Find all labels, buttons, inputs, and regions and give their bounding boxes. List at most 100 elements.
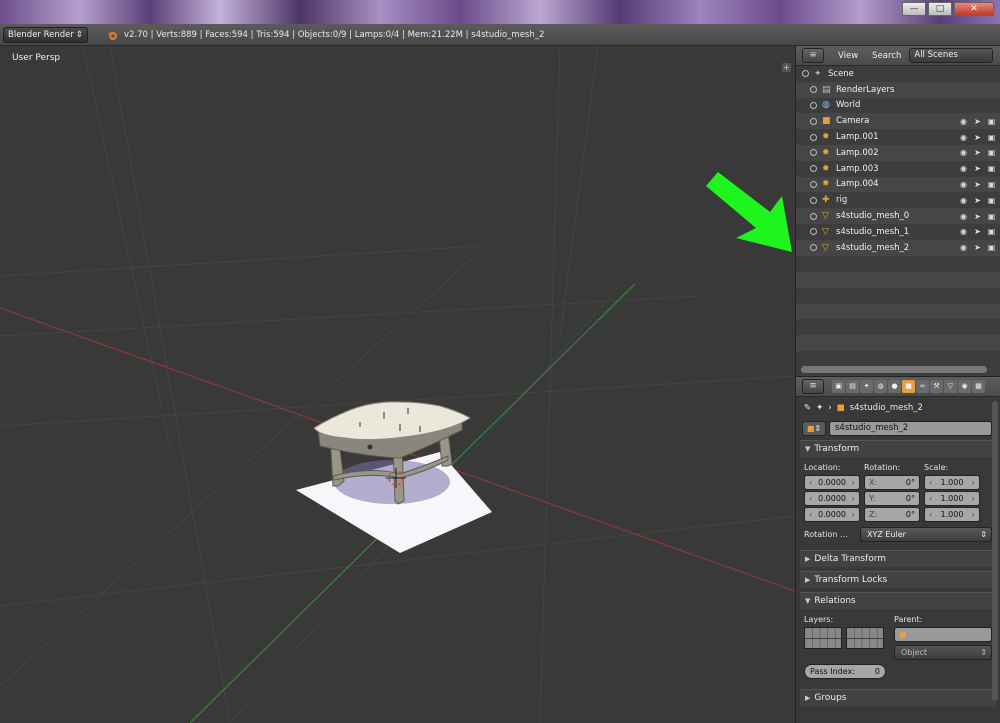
selectable-cursor-icon[interactable]: ➤ [973, 243, 982, 252]
pass-index-field[interactable]: Pass Index: 0 [804, 664, 886, 679]
render-camera-icon[interactable]: ▣ [987, 180, 996, 189]
expand-toggle-icon[interactable] [810, 196, 817, 204]
modifiers-tab-icon[interactable]: ⚒ [930, 380, 943, 393]
material-tab-icon[interactable]: ◉ [958, 380, 971, 393]
selectable-cursor-icon[interactable]: ➤ [973, 180, 982, 189]
visibility-eye-icon[interactable]: ◉ [959, 148, 968, 157]
outliner-item-camera[interactable]: ■ Camera ◉ ➤ ▣ [796, 113, 1000, 130]
display-mode-select[interactable]: All Scenes [909, 48, 994, 63]
visibility-eye-icon[interactable]: ◉ [959, 180, 968, 189]
transform-panel-header[interactable]: ▼ Transform [800, 440, 996, 457]
visibility-eye-icon[interactable]: ◉ [959, 212, 968, 221]
minimize-button[interactable]: — [902, 2, 926, 16]
object-browse-button[interactable]: ■⇕ [802, 421, 826, 436]
selectable-cursor-icon[interactable]: ➤ [973, 148, 982, 157]
visibility-eye-icon[interactable]: ◉ [959, 227, 968, 236]
outliner-item-lamp-002[interactable]: ✸ Lamp.002 ◉ ➤ ▣ [796, 144, 1000, 161]
render-engine-select[interactable]: Blender Render ⇕ [3, 26, 88, 43]
expand-toggle-icon[interactable] [810, 117, 817, 125]
outliner-item-rig[interactable]: ✚ rig ◉ ➤ ▣ [796, 192, 1000, 208]
outliner-item-world[interactable]: ◍ World [796, 98, 1000, 114]
visibility-eye-icon[interactable]: ◉ [959, 133, 968, 142]
expand-toggle-icon[interactable] [810, 101, 817, 109]
expand-toggle-icon[interactable] [810, 212, 817, 220]
data-tab-icon[interactable]: ▽ [944, 380, 957, 393]
selectable-cursor-icon[interactable]: ➤ [973, 117, 982, 126]
rotation-mode-select[interactable]: XYZ Euler ⇕ [860, 527, 992, 542]
visibility-eye-icon[interactable]: ◉ [959, 164, 968, 173]
expand-toggle-icon[interactable] [810, 228, 817, 236]
render-camera-icon[interactable]: ▣ [987, 117, 996, 126]
expand-toggle-icon[interactable] [802, 70, 809, 78]
rotation-y-field[interactable]: Y: 0° [864, 491, 920, 506]
render-camera-icon[interactable]: ▣ [987, 212, 996, 221]
scene-tab-icon[interactable]: ✦ [860, 380, 873, 393]
editor-type-button[interactable]: ≡ [802, 48, 824, 63]
render-camera-icon[interactable]: ▣ [987, 164, 996, 173]
location-z-field[interactable]: ‹ 0.0000 › [804, 507, 860, 522]
selectable-cursor-icon[interactable]: ➤ [973, 227, 982, 236]
selectable-cursor-icon[interactable]: ➤ [973, 164, 982, 173]
maximize-button[interactable]: □ [928, 2, 952, 16]
outliner-item-scene[interactable]: ✦ Scene [796, 66, 1000, 82]
selectable-cursor-icon[interactable]: ➤ [973, 133, 982, 142]
pin-icon[interactable]: ✎ [804, 403, 811, 413]
close-button[interactable]: ✕ [954, 2, 994, 16]
texture-tab-icon[interactable]: ▦ [972, 380, 985, 393]
delta-transform-panel-header[interactable]: ▶ Delta Transform [800, 550, 996, 567]
location-x-field[interactable]: ‹ 0.0000 › [804, 475, 860, 490]
scale-y-field[interactable]: ‹ 1.000 › [924, 491, 980, 506]
scale-z-field[interactable]: ‹ 1.000 › [924, 507, 980, 522]
expand-toggle-icon[interactable] [810, 133, 817, 141]
layer-grid-left[interactable] [804, 627, 842, 649]
render-camera-icon[interactable]: ▣ [987, 196, 996, 205]
expand-toggle-icon[interactable] [810, 244, 817, 252]
outliner-search-menu[interactable]: Search [872, 51, 901, 61]
visibility-eye-icon[interactable]: ◉ [959, 243, 968, 252]
world-tab-icon[interactable]: ◍ [874, 380, 887, 393]
render-camera-icon[interactable]: ▣ [987, 227, 996, 236]
3d-viewport[interactable]: User Persp + [0, 46, 795, 723]
outliner-item-lamp-001[interactable]: ✸ Lamp.001 ◉ ➤ ▣ [796, 129, 1000, 145]
outliner-item-lamp-003[interactable]: ✸ Lamp.003 ◉ ➤ ▣ [796, 161, 1000, 177]
outliner-item-lamp-004[interactable]: ✸ Lamp.004 ◉ ➤ ▣ [796, 176, 1000, 193]
properties-scrollbar[interactable] [992, 401, 998, 701]
parent-field[interactable]: ■ [894, 627, 992, 642]
visibility-eye-icon[interactable]: ◉ [959, 196, 968, 205]
outliner-item-s4studio-mesh-2[interactable]: ▽ s4studio_mesh_2 ◉ ➤ ▣ [796, 239, 1000, 256]
editor-type-button[interactable]: ≡ [802, 379, 824, 394]
scale-x-field[interactable]: ‹ 1.000 › [924, 475, 980, 490]
layer-grid-right[interactable] [846, 627, 884, 649]
outliner-item-s4studio-mesh-1[interactable]: ▽ s4studio_mesh_1 ◉ ➤ ▣ [796, 224, 1000, 240]
object-data-tab-icon[interactable]: ■ [902, 380, 915, 393]
transform-locks-panel-header[interactable]: ▶ Transform Locks [800, 571, 996, 588]
object-name-field[interactable]: s4studio_mesh_2 [829, 421, 992, 436]
outliner-scrollbar[interactable] [801, 366, 987, 373]
render-tab-icon[interactable]: ▣ [832, 380, 845, 393]
selectable-cursor-icon[interactable]: ➤ [973, 212, 982, 221]
rotation-x-field[interactable]: X: 0° [864, 475, 920, 490]
camera-icon: ■ [822, 116, 831, 127]
expand-toggle-icon[interactable] [810, 149, 817, 157]
rotation-z-field[interactable]: Z: 0° [864, 507, 920, 522]
visibility-eye-icon[interactable]: ◉ [959, 117, 968, 126]
location-y-field[interactable]: ‹ 0.0000 › [804, 491, 860, 506]
selectable-cursor-icon[interactable]: ➤ [973, 196, 982, 205]
renderlayers-tab-icon[interactable]: ▤ [846, 380, 859, 393]
groups-panel-header[interactable]: ▶ Groups [800, 689, 996, 706]
outliner-view-menu[interactable]: View [838, 51, 858, 61]
parent-type-select[interactable]: Object ⇕ [894, 645, 992, 660]
object-tab-icon[interactable]: ● [888, 380, 901, 393]
outliner-tree: ✦ Scene ▤ RenderLayers ◍ World ■ Camera ◉ ➤ ▣ ✸ Lamp… [796, 66, 1000, 256]
relations-panel-header[interactable]: ▼ Relations [800, 592, 996, 609]
render-camera-icon[interactable]: ▣ [987, 133, 996, 142]
outliner-item-s4studio-mesh-0[interactable]: ▽ s4studio_mesh_0 ◉ ➤ ▣ [796, 208, 1000, 224]
outliner-item-renderlayers[interactable]: ▤ RenderLayers [796, 81, 1000, 98]
expand-toggle-icon[interactable] [810, 86, 817, 94]
render-camera-icon[interactable]: ▣ [987, 243, 996, 252]
expand-toggle-icon[interactable] [810, 165, 817, 173]
render-camera-icon[interactable]: ▣ [987, 148, 996, 157]
constraints-tab-icon[interactable]: ∞ [916, 380, 929, 393]
expand-toggle-icon[interactable] [810, 180, 817, 188]
expand-toolshelf-icon[interactable]: + [782, 63, 791, 72]
